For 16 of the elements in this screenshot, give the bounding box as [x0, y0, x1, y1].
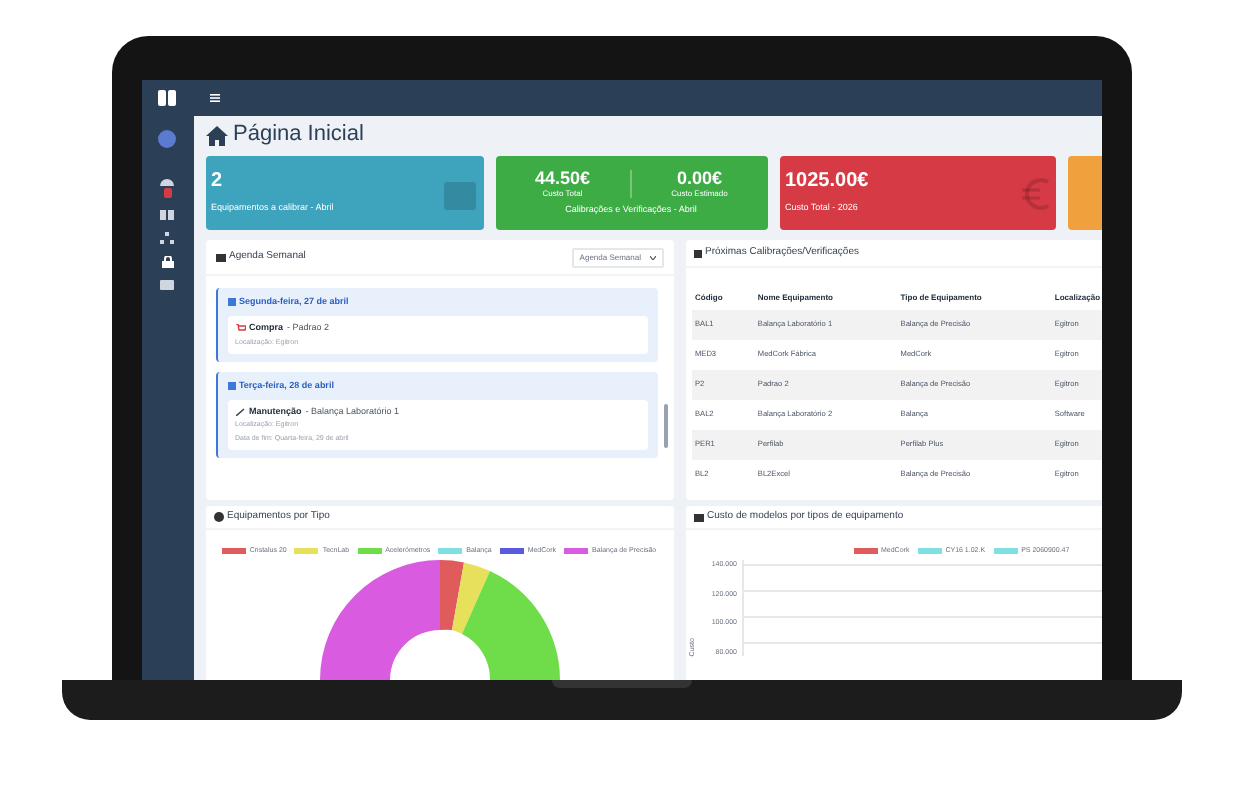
stat-value: 44.50€ [534, 170, 591, 189]
cart-icon [235, 324, 245, 333]
logo-icon [158, 90, 176, 106]
notification-badge [163, 188, 171, 198]
menu-icon[interactable] [209, 94, 219, 102]
dashboard-icon[interactable] [160, 176, 174, 186]
sitemap-icon[interactable] [160, 232, 174, 244]
euro-icon [1021, 175, 1049, 211]
avatar-icon [158, 130, 176, 148]
stat-value: 1025.00€ [785, 172, 869, 193]
home-icon [205, 125, 227, 145]
page-title: Página Inicial [233, 124, 364, 146]
lock-icon[interactable] [161, 256, 173, 268]
scrollbar-thumb[interactable] [663, 404, 667, 448]
stat-value: 2 [211, 172, 225, 193]
stat-value: 0.00€ [676, 170, 723, 189]
